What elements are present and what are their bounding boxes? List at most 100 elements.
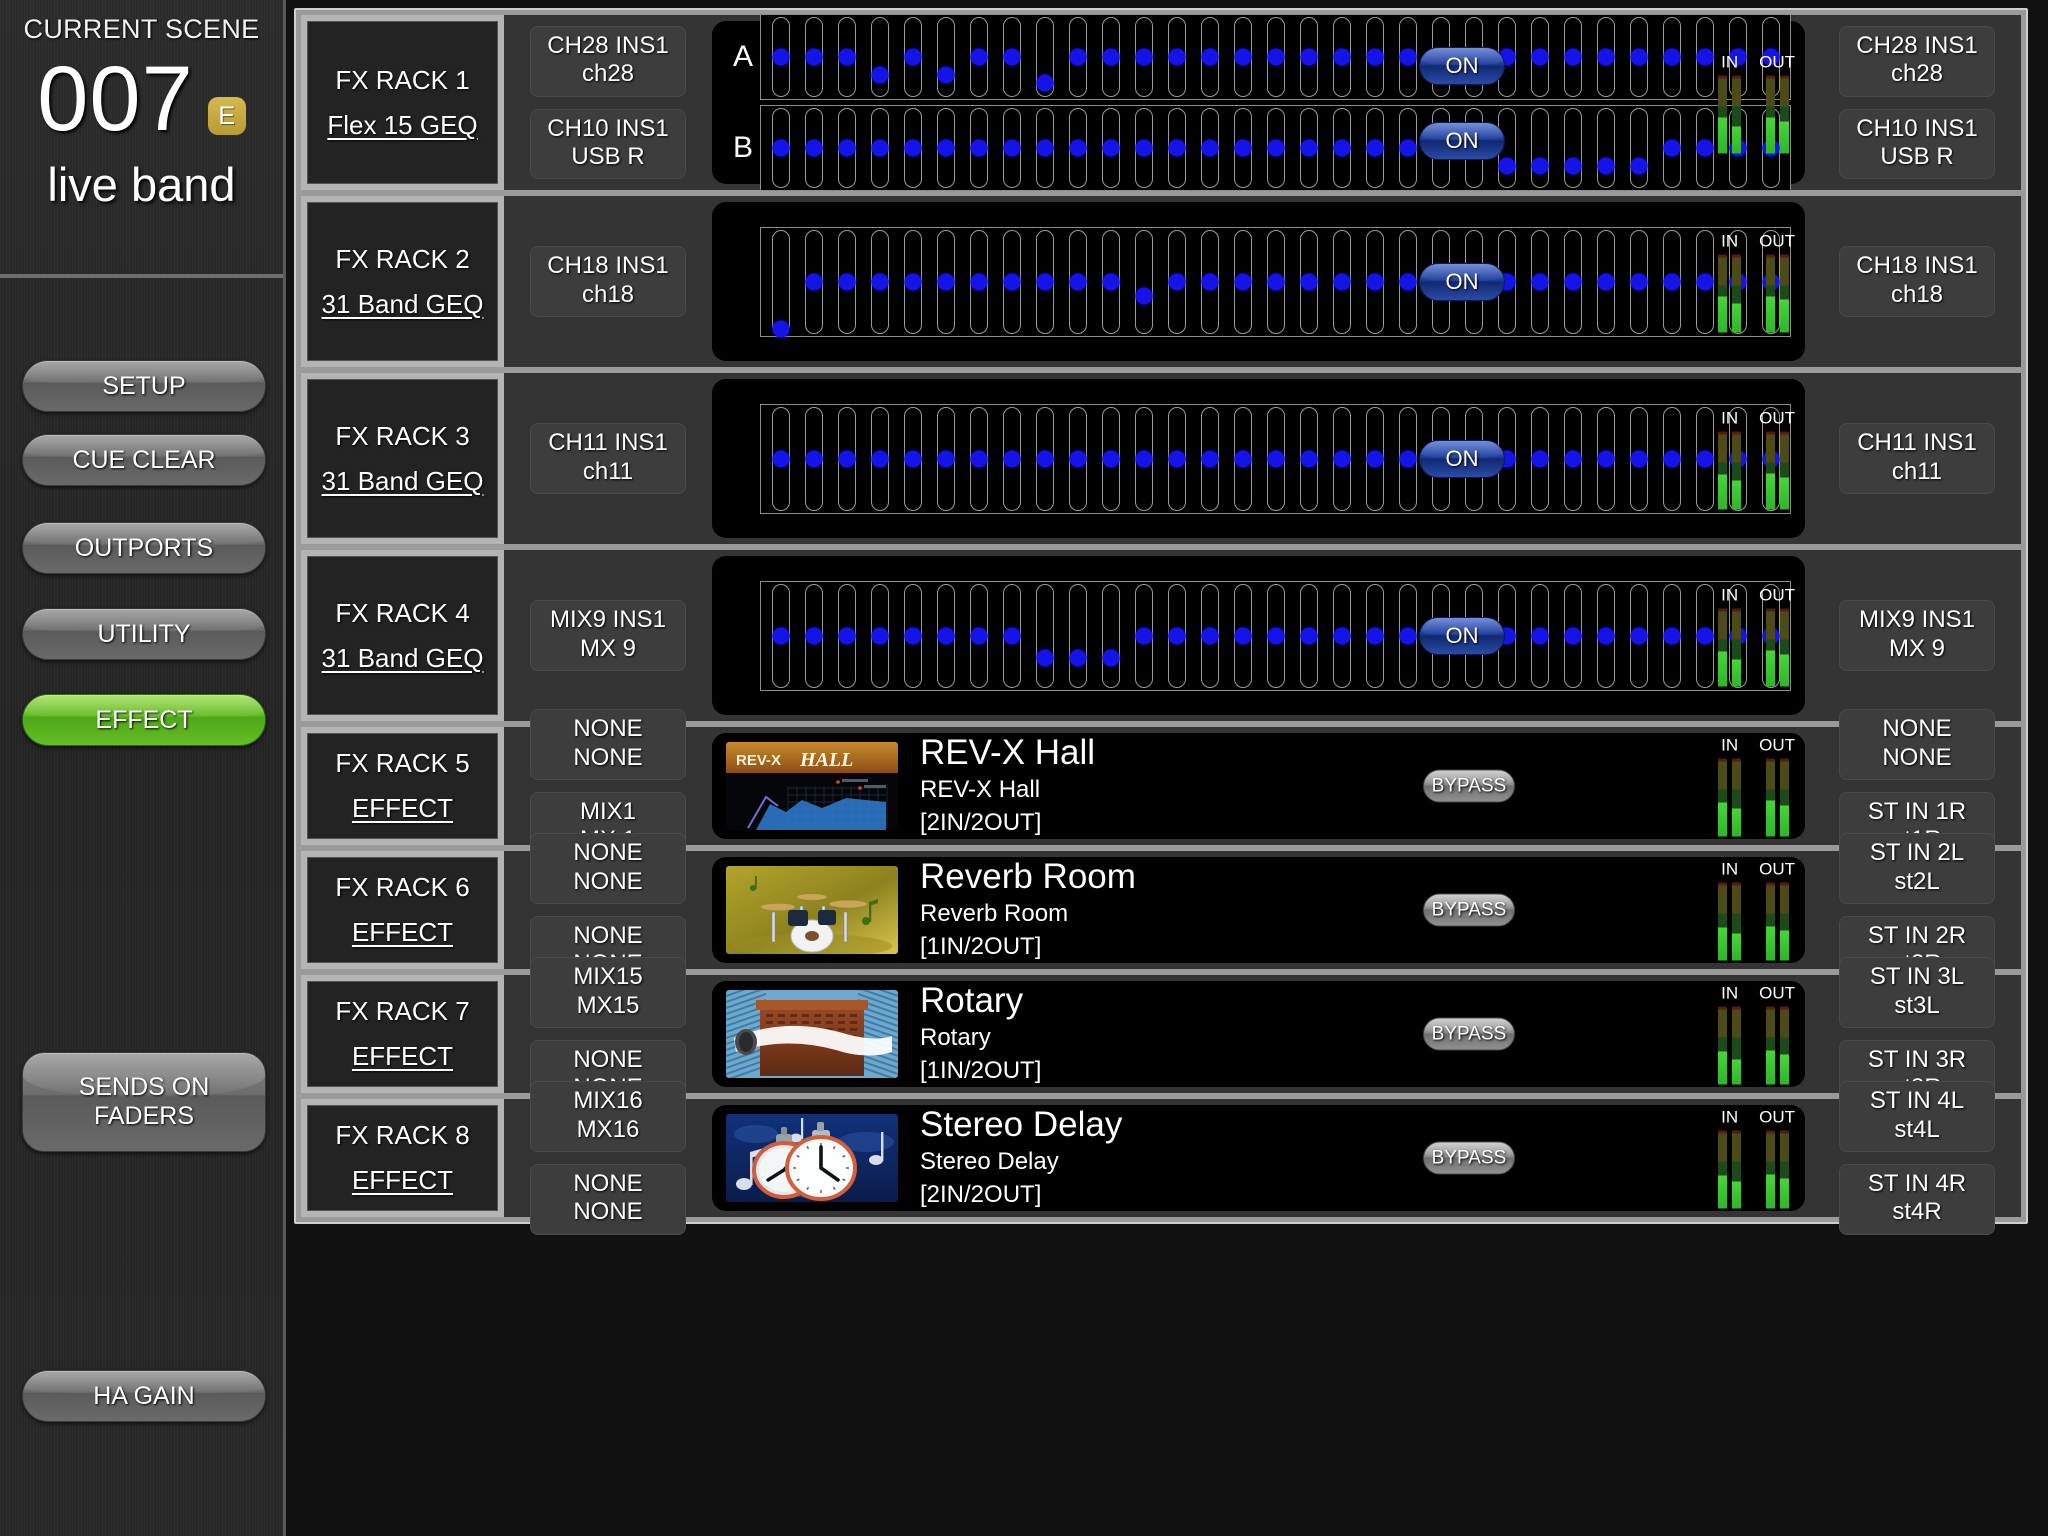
geq-band-knob[interactable]	[1333, 450, 1350, 467]
rack-type-label[interactable]: 31 Band GEQ	[322, 466, 484, 497]
geq-band-knob[interactable]	[772, 139, 789, 157]
geq-band-knob[interactable]	[772, 450, 789, 467]
effect-thumbnail[interactable]	[726, 866, 898, 954]
geq-band-knob[interactable]	[937, 450, 954, 467]
geq-band[interactable]	[1127, 229, 1160, 334]
geq-band-knob[interactable]	[1696, 627, 1713, 644]
geq-band-knob[interactable]	[1036, 450, 1053, 467]
geq-band-knob[interactable]	[1696, 48, 1713, 66]
geq-band-knob[interactable]	[1531, 627, 1548, 644]
output-patch-button[interactable]: CH28 INS1 ch28	[1839, 25, 1995, 97]
geq-band-knob[interactable]	[1630, 157, 1647, 175]
geq-band-knob[interactable]	[1597, 48, 1614, 66]
geq-band[interactable]	[1589, 108, 1622, 188]
geq-band-knob[interactable]	[1597, 273, 1614, 290]
geq-band[interactable]	[1094, 406, 1127, 511]
geq-band-knob[interactable]	[1102, 649, 1119, 667]
geq-band[interactable]	[1160, 17, 1193, 97]
geq-band-knob[interactable]	[1036, 139, 1053, 157]
geq-band[interactable]	[929, 229, 962, 334]
geq-on-button-a[interactable]: ON	[1419, 47, 1505, 85]
geq-strip[interactable]	[760, 105, 1791, 191]
geq-band-knob[interactable]	[1531, 48, 1548, 66]
geq-band[interactable]	[1622, 583, 1655, 688]
geq-band[interactable]	[896, 583, 929, 688]
geq-band-knob[interactable]	[904, 627, 921, 644]
geq-band-knob[interactable]	[937, 139, 954, 157]
geq-band[interactable]	[1556, 583, 1589, 688]
geq-band-knob[interactable]	[1663, 450, 1680, 467]
geq-band[interactable]	[1655, 229, 1688, 334]
geq-band[interactable]	[1193, 406, 1226, 511]
geq-band[interactable]	[1259, 229, 1292, 334]
geq-band[interactable]	[830, 583, 863, 688]
geq-band[interactable]	[764, 229, 797, 338]
output-patch-button[interactable]: CH18 INS1 ch18	[1839, 246, 1995, 317]
effect-panel[interactable]: Reverb Room Reverb Room [1IN/2OUT] BYPAS…	[712, 857, 1805, 963]
geq-band[interactable]	[1127, 406, 1160, 511]
geq-band-knob[interactable]	[1267, 139, 1284, 157]
geq-band-knob[interactable]	[1069, 273, 1086, 290]
geq-band[interactable]	[1292, 583, 1325, 688]
geq-band[interactable]	[1292, 229, 1325, 334]
geq-band[interactable]	[1259, 406, 1292, 511]
geq-band-knob[interactable]	[1267, 48, 1284, 66]
geq-band-knob[interactable]	[1234, 450, 1251, 467]
geq-band-knob[interactable]	[838, 48, 855, 66]
geq-band[interactable]	[1358, 229, 1391, 334]
geq-band-knob[interactable]	[1003, 627, 1020, 644]
geq-band[interactable]	[1358, 583, 1391, 688]
geq-band[interactable]	[830, 229, 863, 334]
geq-band[interactable]	[1160, 406, 1193, 511]
geq-band-knob[interactable]	[1201, 139, 1218, 157]
geq-band-knob[interactable]	[1399, 450, 1416, 467]
geq-band[interactable]	[1127, 17, 1160, 97]
geq-band[interactable]	[863, 406, 896, 511]
geq-band[interactable]	[1688, 17, 1721, 97]
geq-band[interactable]	[1622, 108, 1655, 188]
output-patch-button[interactable]: NONE NONE	[1839, 709, 1995, 780]
geq-band[interactable]	[1226, 17, 1259, 97]
geq-band[interactable]	[1589, 583, 1622, 688]
rack-select-button[interactable]: FX RACK 5 EFFECT	[307, 733, 498, 839]
geq-band-knob[interactable]	[1399, 627, 1416, 644]
geq-band-knob[interactable]	[1399, 139, 1416, 157]
input-patch-button[interactable]: MIX16 MX16	[530, 1081, 686, 1152]
geq-band[interactable]	[1622, 229, 1655, 334]
geq-band-knob[interactable]	[772, 48, 789, 66]
geq-band[interactable]	[1523, 17, 1556, 97]
geq-band[interactable]	[1292, 406, 1325, 511]
geq-band-knob[interactable]	[1135, 139, 1152, 157]
geq-band[interactable]	[1688, 108, 1721, 188]
geq-band[interactable]	[1325, 583, 1358, 688]
input-patch-button[interactable]: CH28 INS1 ch28	[530, 25, 686, 97]
geq-band-knob[interactable]	[904, 273, 921, 290]
geq-band[interactable]	[995, 108, 1028, 188]
geq-panel[interactable]: ON IN OUT	[712, 379, 1805, 538]
sidebar-button-ha-gain[interactable]: HA GAIN	[22, 1370, 266, 1422]
geq-band[interactable]	[962, 229, 995, 334]
geq-band[interactable]	[1655, 108, 1688, 188]
geq-band[interactable]	[1193, 108, 1226, 188]
geq-band-knob[interactable]	[1597, 157, 1614, 175]
geq-band[interactable]	[962, 108, 995, 188]
geq-band-knob[interactable]	[1267, 273, 1284, 290]
rack-select-button[interactable]: FX RACK 3 31 Band GEQ	[307, 379, 498, 538]
geq-band[interactable]	[929, 108, 962, 188]
geq-band[interactable]	[863, 229, 896, 334]
geq-band-knob[interactable]	[1201, 48, 1218, 66]
geq-band-knob[interactable]	[970, 627, 987, 644]
geq-band-knob[interactable]	[1135, 450, 1152, 467]
sidebar-button-outports[interactable]: OUTPORTS	[22, 522, 266, 574]
output-patch-button[interactable]: CH11 INS1 ch11	[1839, 423, 1995, 494]
output-patch-button[interactable]: CH10 INS1 USB R	[1839, 108, 1995, 180]
geq-band[interactable]	[1391, 108, 1424, 188]
rack-type-label[interactable]: EFFECT	[352, 793, 453, 824]
geq-band[interactable]	[1226, 583, 1259, 688]
geq-band-knob[interactable]	[1564, 273, 1581, 290]
geq-band[interactable]	[1358, 108, 1391, 188]
geq-band[interactable]	[1226, 229, 1259, 334]
geq-band-knob[interactable]	[871, 450, 888, 467]
geq-band-knob[interactable]	[772, 627, 789, 644]
geq-panel[interactable]: ON IN OUT	[712, 556, 1805, 715]
